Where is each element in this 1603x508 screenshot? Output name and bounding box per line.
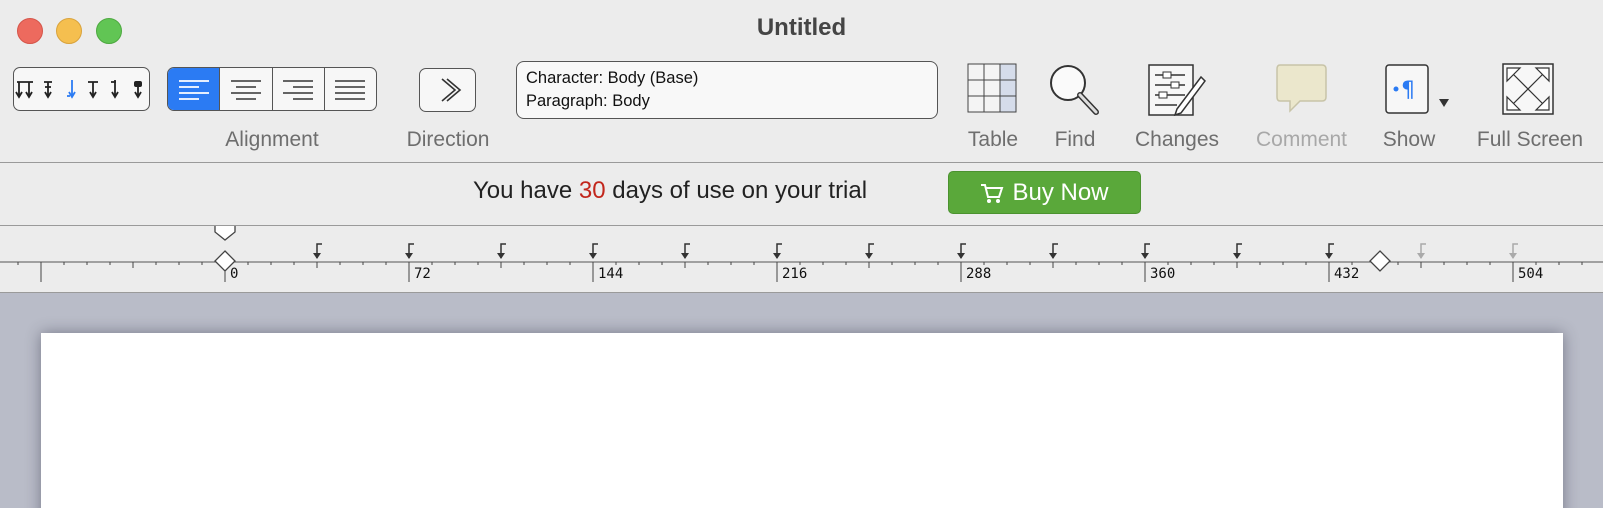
chevron-right-icon: [440, 78, 461, 102]
full-screen-icon: [1502, 63, 1554, 115]
document-page[interactable]: [41, 333, 1563, 508]
tab-stop-arrow: [313, 253, 321, 259]
character-style-text: Character: Body (Base): [526, 69, 699, 87]
tab-stop-arrow: [497, 253, 505, 259]
tab-stop-arrow: [1233, 253, 1241, 259]
align-right-icon: [283, 80, 314, 100]
tab-stop-arrow: [589, 253, 597, 259]
first-line-indent-marker: [214, 226, 236, 241]
tab-stop-arrow: [681, 253, 689, 259]
window-title: Untitled: [756, 14, 847, 41]
ruler-label-144: 144: [598, 266, 624, 282]
find-button[interactable]: [1046, 63, 1102, 124]
document-canvas: [0, 293, 1603, 508]
left-tab-stop-button[interactable]: [14, 68, 37, 110]
justify-tab-stop-icon: [87, 81, 98, 99]
changes-label: Changes: [1134, 128, 1220, 151]
align-center-icon: [230, 80, 261, 100]
invisibles-icon: ¶: [1385, 64, 1449, 114]
tab-stop-arrow: [1417, 253, 1425, 259]
center-tab-stop-button[interactable]: [37, 68, 60, 110]
tab-stop-arrow: [1141, 253, 1149, 259]
align-left-button[interactable]: [168, 68, 221, 110]
full-screen-button[interactable]: [1502, 63, 1556, 122]
buy-now-button[interactable]: Buy Now: [948, 171, 1141, 214]
right-indent-marker: [1369, 250, 1391, 272]
ruler-scale: [0, 226, 1603, 282]
tab-stop-arrow: [1509, 253, 1517, 259]
table-button[interactable]: [967, 63, 1019, 120]
decimal-tab-stop-button[interactable]: [59, 68, 82, 110]
magnifier-icon: [1050, 65, 1099, 115]
comment-button[interactable]: [1276, 63, 1328, 120]
decimal-tab-stop-icon: [67, 80, 77, 99]
tab-stop-arrow: [405, 253, 413, 259]
trial-days-count: 30: [578, 177, 606, 204]
bar-tab-stop-button[interactable]: [127, 68, 150, 110]
alignment-label: Alignment: [225, 128, 319, 151]
comment-icon: [1276, 64, 1327, 113]
justify-tab-stop-button[interactable]: [82, 68, 105, 110]
ruler-label-504: 504: [1518, 266, 1544, 282]
trial-text-before: You have: [473, 177, 573, 204]
ruler-label-72: 72: [414, 266, 431, 282]
trial-message: You have 30 days of use on your trial: [473, 177, 867, 205]
tab-stop-arrow: [773, 253, 781, 259]
show-button[interactable]: ¶: [1385, 63, 1455, 120]
paragraph-style-text: Paragraph: Body: [526, 92, 650, 110]
tab-stop-arrow: [1325, 253, 1333, 259]
ruler-label-360: 360: [1150, 266, 1176, 282]
tab-stop-arrow: [957, 253, 965, 259]
bar-tab-stop-icon: [133, 81, 142, 99]
direction-button[interactable]: [419, 68, 476, 112]
trial-banner: You have 30 days of use on your trial Bu…: [0, 163, 1603, 226]
ruler-label-432: 432: [1334, 266, 1360, 282]
svg-text:¶: ¶: [1401, 78, 1415, 103]
ruler-label-288: 288: [966, 266, 992, 282]
left-tab-stop-icon: [15, 81, 34, 99]
app-window: Untitled Alignment Direction Character: …: [0, 0, 1603, 508]
align-center-button[interactable]: [220, 68, 273, 110]
toolbar-area: Untitled Alignment Direction Character: …: [0, 0, 1603, 163]
full-screen-label: Full Screen: [1476, 128, 1584, 151]
style-selector[interactable]: Character: Body (Base) Paragraph: Body: [516, 61, 938, 119]
align-left-icon: [178, 80, 209, 100]
comment-label: Comment: [1255, 128, 1348, 151]
right-tab-stop-icon: [111, 80, 120, 99]
tab-stop-arrow: [1049, 253, 1057, 259]
trial-text-after: days of use on your trial: [612, 177, 868, 204]
table-icon: [967, 63, 1017, 113]
changes-button[interactable]: [1147, 63, 1207, 124]
right-tab-stop-button[interactable]: [104, 68, 127, 110]
align-right-button[interactable]: [273, 68, 325, 110]
ruler-label-0: 0: [230, 266, 239, 282]
find-label: Find: [1054, 128, 1096, 151]
alignment-control: [167, 67, 377, 111]
show-label: Show: [1382, 128, 1436, 151]
center-tab-stop-icon: [43, 81, 52, 99]
tab-stop-arrow: [865, 253, 873, 259]
align-justify-icon: [335, 80, 366, 100]
buy-now-label: Buy Now: [1012, 178, 1109, 206]
ruler-label-216: 216: [782, 266, 808, 282]
table-label: Table: [967, 128, 1019, 151]
ruler[interactable]: 0 72 144 216 288 360 432 504: [0, 226, 1603, 293]
track-changes-icon: [1148, 64, 1206, 117]
shopping-cart-icon: [981, 183, 1004, 203]
align-justify-button[interactable]: [325, 68, 376, 110]
tab-stops-control: [13, 67, 150, 111]
direction-label: Direction: [406, 128, 490, 151]
